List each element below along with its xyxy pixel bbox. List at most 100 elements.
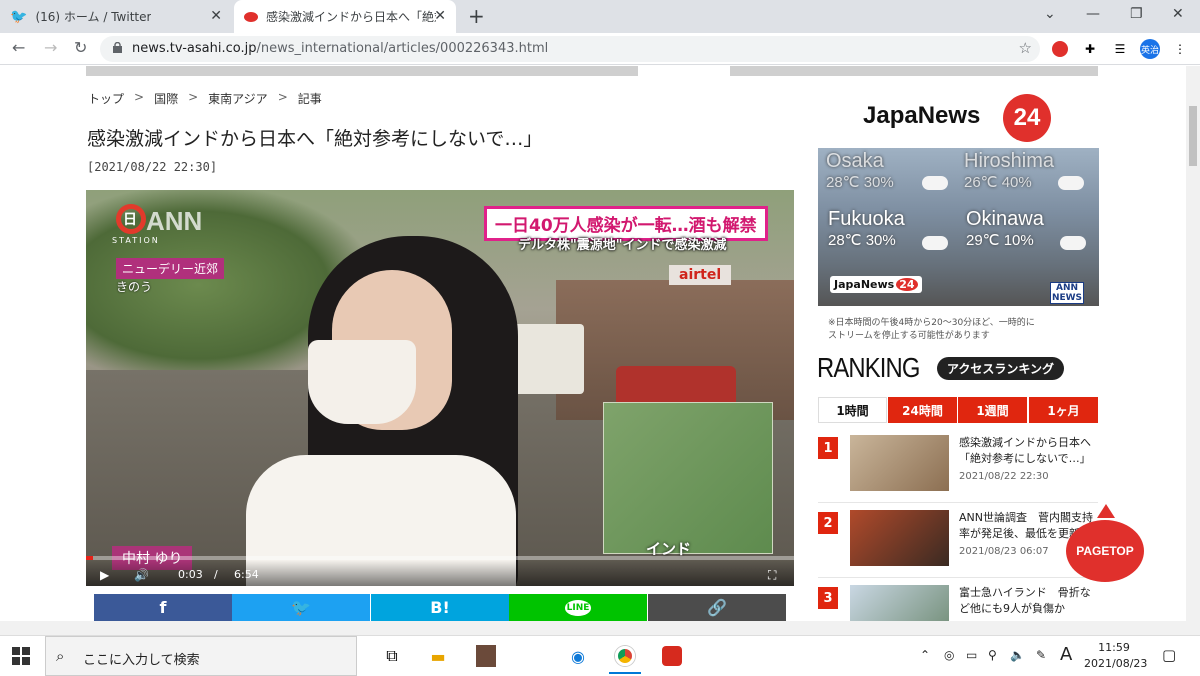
ranking-tab-1[interactable]: 24時間 xyxy=(888,397,957,423)
bookmark-star-icon[interactable]: ☆ xyxy=(1019,39,1032,57)
ranking-tab-0[interactable]: 1時間 xyxy=(818,397,887,423)
clock-date: 2021/08/23 xyxy=(1084,657,1148,670)
vertical-scrollbar[interactable] xyxy=(1186,66,1200,621)
volume-icon[interactable]: 🔊 xyxy=(134,568,149,582)
browser-toolbar: ← → ↻ news.tv-asahi.co.jp/news_internati… xyxy=(0,33,1200,65)
share-button-line[interactable]: LINE xyxy=(509,594,647,621)
network-icon[interactable]: ⚲ xyxy=(988,648,997,662)
tab-tv-asahi-article[interactable]: 感染激減インドから日本へ「絶対参考 ✕ xyxy=(234,0,456,33)
restore-button[interactable]: ❐ xyxy=(1130,6,1143,22)
fullscreen-icon[interactable]: ⛶ xyxy=(768,568,776,583)
japanews-logo: JapaNews xyxy=(863,102,981,129)
link-icon: 🔗 xyxy=(707,598,727,617)
back-arrow-icon[interactable]: ← xyxy=(12,38,25,57)
file-explorer-icon[interactable]: ▬ xyxy=(426,644,450,668)
ranking-tab-3[interactable]: 1ヶ月 xyxy=(1029,397,1098,423)
ann-hi-mark: 日 xyxy=(123,212,137,228)
menu-kebab-icon[interactable]: ⋮ xyxy=(1170,39,1190,59)
tab-title: 感染激減インドから日本へ「絶対参考 xyxy=(266,10,436,24)
weather-temp: 28℃ 30% xyxy=(826,174,894,191)
breadcrumb-separator: > xyxy=(188,90,199,104)
ranking-tab-2[interactable]: 1週間 xyxy=(958,397,1027,423)
breadcrumb: トップ > 国際 > 東南アジア > 記事 xyxy=(88,90,322,107)
share-button-link[interactable]: 🔗 xyxy=(648,594,786,621)
ann-station-label: STATION xyxy=(112,236,160,245)
ranking-thumbnail[interactable] xyxy=(850,435,949,491)
close-tab-icon[interactable]: ✕ xyxy=(210,8,222,24)
weather-okinawa: Okinawa 29℃ 10% xyxy=(966,208,1044,249)
show-hidden-icons[interactable]: ⌃ xyxy=(920,648,930,662)
tray-app-icon[interactable]: ◎ xyxy=(944,648,954,662)
address-bar[interactable]: news.tv-asahi.co.jp/news_international/a… xyxy=(100,36,1040,62)
ranking-item[interactable]: 2 ANN世論調査 菅内閣支持率が発足後、最低を更新 2021/08/23 06:0… xyxy=(818,508,1098,578)
facebook-icon: f xyxy=(159,598,167,617)
ranking-thumbnail[interactable] xyxy=(850,585,949,621)
time-separator: / xyxy=(214,568,218,581)
weather-temp: 26℃ 40% xyxy=(964,174,1032,191)
volume-icon[interactable]: 🔈 xyxy=(1010,648,1025,662)
app-thumbnail-icon[interactable] xyxy=(474,644,498,668)
share-button-twitter[interactable]: 🐦 xyxy=(232,594,370,621)
new-tab-button[interactable]: + xyxy=(468,4,485,28)
japanews-mini-logo: JapaNews 24 xyxy=(830,276,922,293)
windows-taskbar: ⌕ ここに入力して検索 ⧉ ▬ ◉ ⌃ ◎ ▭ ⚲ 🔈 ✎ A 11:59 20… xyxy=(0,635,1200,676)
profile-avatar[interactable]: 英治 xyxy=(1140,39,1160,59)
play-icon[interactable]: ▶ xyxy=(100,568,109,582)
scrollbar-thumb[interactable] xyxy=(1189,106,1197,166)
tv-asahi-icon xyxy=(244,11,258,22)
edge-browser-icon[interactable]: ◉ xyxy=(566,644,590,668)
breadcrumb-southeast-asia[interactable]: 東南アジア xyxy=(208,90,268,107)
close-window-button[interactable]: ✕ xyxy=(1172,6,1184,22)
task-view-icon[interactable]: ⧉ xyxy=(380,644,404,668)
close-tab-icon[interactable]: ✕ xyxy=(434,8,446,24)
windows-start-icon[interactable] xyxy=(12,647,30,665)
breadcrumb-article: 記事 xyxy=(297,92,322,106)
chrome-icon[interactable] xyxy=(609,644,641,674)
weather-temp: 29℃ 10% xyxy=(966,232,1034,249)
forward-arrow-icon[interactable]: → xyxy=(44,38,57,57)
japanews24-widget[interactable]: JapaNews 24 Osaka 28℃ 30% Hiroshima 26℃ … xyxy=(818,86,1099,306)
reading-list-icon[interactable]: ☰ xyxy=(1110,39,1130,59)
notification-icon[interactable]: ▢ xyxy=(1162,646,1176,664)
japanews-mini-text: JapaNews xyxy=(834,278,895,291)
ranking-title-text[interactable]: 富士急ハイランド 骨折など他にも9人が負傷か xyxy=(959,585,1099,617)
search-placeholder: ここに入力して検索 xyxy=(83,653,200,668)
breadcrumb-top[interactable]: トップ xyxy=(88,90,124,107)
share-button-hatena-bookmark[interactable]: B! xyxy=(371,594,509,621)
ranking-item[interactable]: 1 感染激減インドから日本へ「絶対参考にしないで…」 2021/08/22 22:3… xyxy=(818,433,1098,503)
current-time: 0:03 xyxy=(178,568,203,581)
video-subheadline: デルタ株"震源地"インドで感染激減 xyxy=(518,238,727,253)
ranking-item[interactable]: 3 富士急ハイランド 骨折など他にも9人が負傷か xyxy=(818,583,1098,621)
extensions-puzzle-icon[interactable]: ✚ xyxy=(1080,39,1100,59)
ranking-thumbnail[interactable] xyxy=(850,510,949,566)
weather-city: Okinawa xyxy=(966,208,1044,230)
extension-red-icon[interactable] xyxy=(1050,39,1070,59)
pagetop-label: PAGETOP xyxy=(1066,520,1144,582)
japanews-mini-24: 24 xyxy=(896,278,918,291)
taskbar-clock[interactable]: 11:59 2021/08/23 xyxy=(1084,640,1148,672)
battery-icon[interactable]: ▭ xyxy=(966,648,977,662)
minimize-button[interactable]: — xyxy=(1086,6,1100,22)
reload-icon[interactable]: ↻ xyxy=(74,38,87,57)
pen-icon[interactable]: ✎ xyxy=(1036,648,1046,662)
weather-hiroshima: Hiroshima 26℃ 40% xyxy=(964,150,1054,191)
pagetop-button[interactable]: PAGETOP xyxy=(1066,504,1144,582)
video-reporter-mask xyxy=(308,340,416,424)
tab-search-icon[interactable]: ⌄ xyxy=(1044,6,1056,22)
video-location-caption: ニューデリー近郊 xyxy=(116,258,225,279)
app-red-icon[interactable] xyxy=(660,644,684,668)
breadcrumb-international[interactable]: 国際 xyxy=(154,90,178,107)
ranking-number: 3 xyxy=(818,587,838,609)
tab-twitter[interactable]: 🐦 (16) ホーム / Twitter ✕ xyxy=(10,0,232,33)
taskbar-search-box[interactable]: ⌕ ここに入力して検索 xyxy=(45,636,357,676)
weather-city: Fukuoka xyxy=(828,208,905,230)
ranking-title-text[interactable]: 感染激減インドから日本へ「絶対参考にしないで…」 xyxy=(959,435,1099,467)
duration: 6:54 xyxy=(234,568,259,581)
tab-title: (16) ホーム / Twitter xyxy=(35,10,152,24)
horizontal-scrollbar[interactable] xyxy=(0,621,1200,635)
video-player[interactable]: インド 日 ANN STATION ニューデリー近郊 きのう 一日40万人感染が… xyxy=(86,190,794,586)
url-path: /news_international/articles/000226343.h… xyxy=(256,41,549,56)
cloud-icon xyxy=(922,236,948,250)
share-button-facebook[interactable]: f xyxy=(94,594,232,621)
ime-indicator[interactable]: A xyxy=(1060,644,1072,665)
